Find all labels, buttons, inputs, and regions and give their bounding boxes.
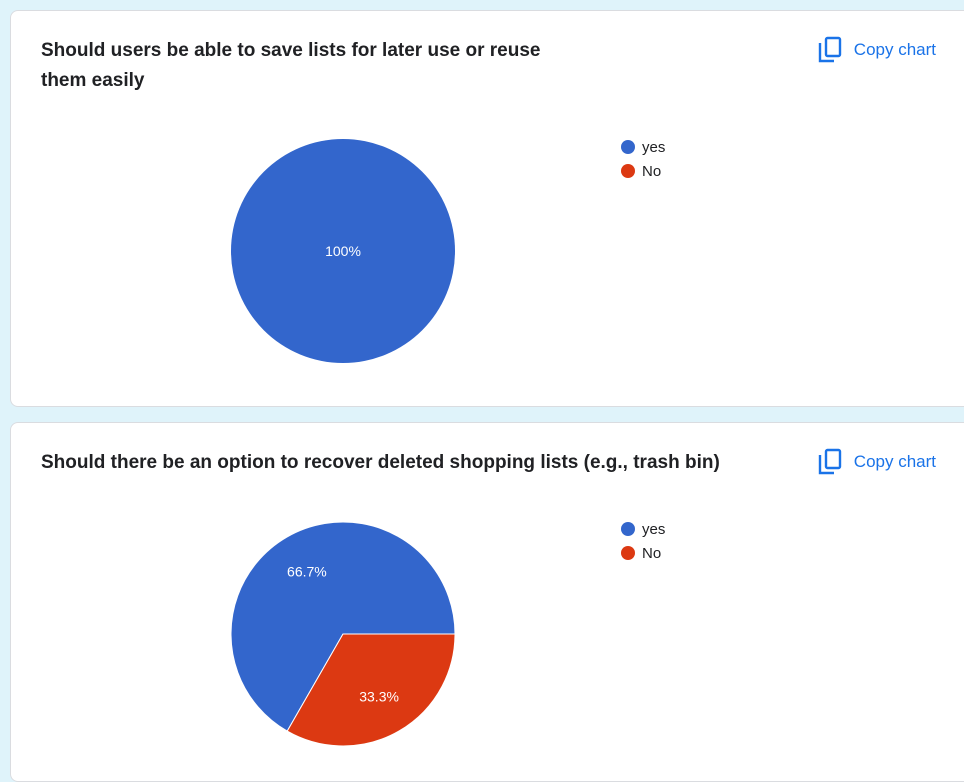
legend-swatch-no (621, 546, 635, 560)
copy-icon (818, 448, 842, 476)
legend-label-yes: yes (642, 520, 666, 538)
copy-chart-button[interactable]: Copy chart (818, 34, 936, 66)
copy-chart-button[interactable]: Copy chart (818, 446, 936, 478)
legend-swatch-no (621, 164, 635, 178)
legend-swatch-yes (621, 140, 635, 154)
legend-label-yes: yes (642, 138, 666, 156)
copy-chart-label: Copy chart (853, 452, 936, 471)
pie-chart: 33.3% 66.7% (230, 521, 456, 747)
question-card: Should users be able to save lists for l… (10, 10, 964, 407)
legend-label-no: No (642, 162, 662, 180)
slice-label-yes: 66.7% (287, 564, 327, 580)
legend-item-no: No (621, 159, 665, 183)
question-title: Should users be able to save lists for l… (41, 40, 541, 91)
legend-item-no: No (621, 541, 665, 565)
chart-legend: yes No (621, 135, 665, 183)
legend-item-yes: yes (621, 517, 665, 541)
legend-item-yes: yes (621, 135, 665, 159)
slice-label-no: 33.3% (359, 688, 399, 704)
legend-label-no: No (642, 544, 662, 562)
pie-chart: 100% (231, 139, 455, 363)
question-title: Should there be an option to recover del… (41, 452, 720, 473)
slice-label-yes: 100% (325, 243, 361, 259)
question-card: Should there be an option to recover del… (10, 422, 964, 782)
chart-legend: yes No (621, 517, 665, 565)
copy-chart-label: Copy chart (853, 40, 936, 59)
copy-icon (818, 36, 842, 64)
legend-swatch-yes (621, 522, 635, 536)
